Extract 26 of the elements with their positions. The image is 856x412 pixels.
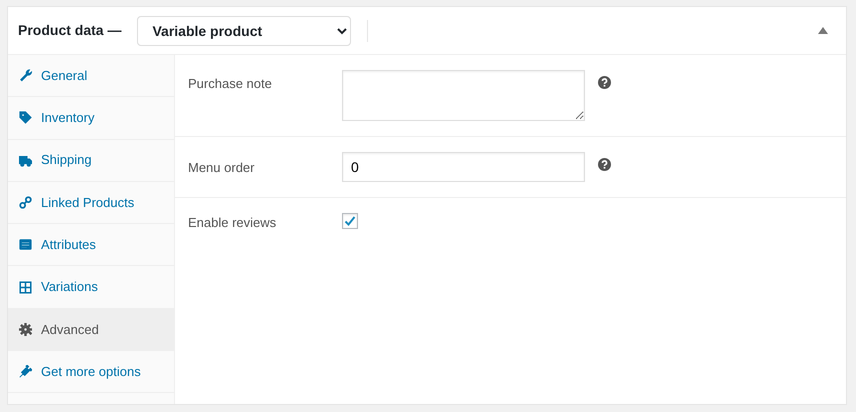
collapse-toggle-icon[interactable] <box>818 27 828 34</box>
purchase-note-field[interactable] <box>342 70 585 121</box>
help-icon[interactable] <box>598 76 611 89</box>
sidebar-tab[interactable]: Get more options <box>8 351 174 394</box>
sidebar-tab[interactable]: General <box>8 55 174 98</box>
truck-icon <box>19 154 32 167</box>
checkbox[interactable] <box>342 213 358 229</box>
sidebar-tab[interactable]: Attributes <box>8 224 174 266</box>
menu-order-field[interactable]: 0 <box>342 152 585 182</box>
link-icon <box>19 196 32 210</box>
sidebar-tab[interactable]: Shipping <box>8 140 174 182</box>
sidebar-tab[interactable]: Advanced <box>8 308 174 352</box>
tag-icon <box>19 111 32 124</box>
panel-title: Product data — <box>18 21 122 40</box>
sidebar-tab[interactable]: Linked Products <box>8 182 174 224</box>
wrench-icon <box>19 69 32 82</box>
field-label: Purchase note <box>188 75 273 93</box>
list-icon <box>19 238 32 252</box>
sidebar-tab[interactable]: Inventory <box>8 97 174 140</box>
gear-icon <box>19 322 32 336</box>
help-icon[interactable] <box>598 158 611 171</box>
field-label: Menu order <box>188 159 256 177</box>
grid-icon <box>19 280 32 294</box>
product-type-select[interactable]: Variable product <box>137 16 352 46</box>
field-label: Enable reviews <box>188 214 278 232</box>
plug-icon <box>19 365 32 378</box>
